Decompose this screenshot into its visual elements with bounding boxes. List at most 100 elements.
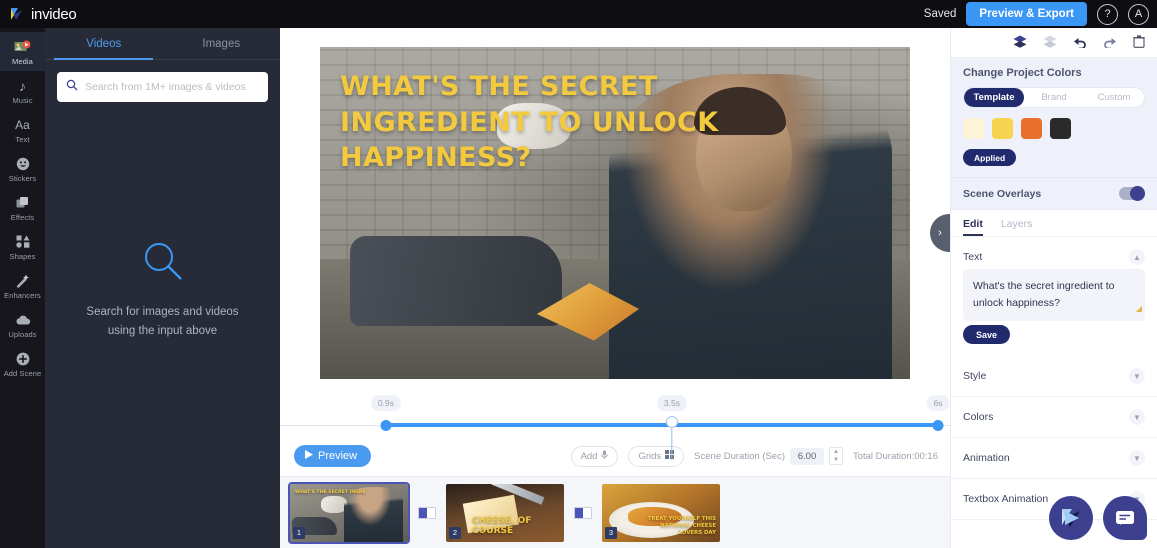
media-empty-state: Search for images and videos using the i…: [45, 102, 280, 548]
color-swatch[interactable]: [1021, 118, 1042, 139]
tab-layers[interactable]: Layers: [1001, 218, 1033, 236]
brand-logo[interactable]: invideo: [10, 6, 76, 23]
sidebar-item-label: Text: [15, 135, 29, 144]
empty-line-2: using the input above: [86, 322, 238, 341]
sidebar-item-text[interactable]: Aa Text: [0, 110, 45, 149]
delete-icon[interactable]: [1133, 35, 1145, 50]
text-aa-icon: Aa: [15, 116, 30, 133]
sidebar-item-stickers[interactable]: Stickers: [0, 149, 45, 188]
scene-duration-input[interactable]: [790, 448, 824, 465]
chevron-down-icon[interactable]: ▼: [1129, 368, 1145, 384]
playhead-stem: [671, 426, 672, 460]
plus-icon: [16, 350, 30, 367]
sidebar-item-add-scene[interactable]: Add Scene: [0, 344, 45, 383]
section-text-header[interactable]: Text ▲: [951, 237, 1157, 269]
section-colors-label: Colors: [963, 411, 993, 423]
large-search-icon: [142, 240, 184, 287]
canvas-text-overlay[interactable]: What's the secret ingredient to unlock h…: [340, 69, 836, 176]
undo-icon[interactable]: [1073, 36, 1087, 50]
transition-icon[interactable]: [574, 507, 592, 519]
saved-status: Saved: [924, 8, 957, 20]
color-swatches: [963, 118, 1145, 139]
scene-duration-label: Scene Duration (Sec): [694, 451, 785, 462]
add-voiceover-button[interactable]: Add: [571, 446, 619, 467]
microphone-icon: [601, 450, 608, 462]
time-marker: 6s: [926, 395, 949, 411]
section-animation[interactable]: Animation ▼: [951, 438, 1157, 479]
scene-overlays-toggle[interactable]: [1119, 187, 1145, 200]
time-marker: 0.9s: [371, 395, 401, 411]
search-input[interactable]: [85, 81, 259, 93]
scene-1-caption: What's the secret ingre: [295, 490, 380, 496]
scene-overlays-row: Scene Overlays: [951, 177, 1157, 209]
search-box[interactable]: [57, 72, 268, 102]
scene-thumbnail-1[interactable]: What's the secret ingre 1: [290, 484, 408, 542]
chat-support-button[interactable]: [1103, 496, 1147, 540]
scene-legs: [350, 236, 562, 326]
color-swatch[interactable]: [963, 118, 984, 139]
tab-brand[interactable]: Brand: [1024, 88, 1084, 107]
scene-duration-stepper[interactable]: ▲ ▼: [829, 447, 843, 465]
sidebar-item-label: Music: [12, 96, 32, 105]
section-textbox-animation-label: Textbox Animation: [963, 493, 1048, 505]
tab-edit[interactable]: Edit: [963, 218, 983, 236]
scene-number: 3: [605, 527, 617, 539]
tab-custom[interactable]: Custom: [1084, 88, 1144, 107]
section-style[interactable]: Style ▼: [951, 356, 1157, 397]
right-panel-toolbar: [951, 28, 1157, 58]
tab-images[interactable]: Images: [163, 28, 281, 59]
text-input[interactable]: What's the secret ingredient to unlock h…: [963, 269, 1145, 321]
chevron-down-icon[interactable]: ▼: [1129, 409, 1145, 425]
tab-videos[interactable]: Videos: [45, 28, 163, 59]
scene-thumbnail-2[interactable]: Cheese, of course 2: [446, 484, 564, 542]
sidebar-item-music[interactable]: ♪ Music: [0, 71, 45, 110]
color-swatch[interactable]: [992, 118, 1013, 139]
save-button[interactable]: Save: [963, 325, 1010, 344]
section-colors[interactable]: Colors ▼: [951, 397, 1157, 438]
applied-badge: Applied: [963, 149, 1016, 166]
track-handle-start[interactable]: [380, 420, 391, 431]
send-backward-icon[interactable]: [1043, 35, 1057, 50]
sidebar-item-uploads[interactable]: Uploads: [0, 305, 45, 344]
preview-button[interactable]: Preview: [294, 445, 371, 467]
sidebar-item-shapes[interactable]: Shapes: [0, 227, 45, 266]
grid-icon: [665, 450, 674, 462]
transition-icon[interactable]: [418, 507, 436, 519]
tab-template[interactable]: Template: [964, 88, 1024, 107]
music-note-icon: ♪: [19, 77, 26, 94]
play-tutorial-button[interactable]: [1049, 496, 1093, 540]
color-swatch[interactable]: [1050, 118, 1071, 139]
stepper-up-icon[interactable]: ▲: [830, 448, 842, 456]
track-handle-end[interactable]: [932, 420, 943, 431]
preview-button-label: Preview: [318, 450, 357, 462]
sidebar-item-label: Stickers: [9, 174, 36, 183]
effects-layers-icon: [16, 194, 30, 211]
bring-forward-icon[interactable]: [1013, 35, 1027, 50]
avatar[interactable]: A: [1128, 4, 1149, 25]
grids-button[interactable]: Grids: [628, 446, 684, 467]
media-panel: Videos Images: [45, 28, 280, 548]
sidebar-item-media[interactable]: Media: [0, 32, 45, 71]
redo-icon[interactable]: [1103, 36, 1117, 50]
section-animation-label: Animation: [963, 452, 1010, 464]
timeline-track[interactable]: [280, 415, 950, 437]
sidebar-item-effects[interactable]: Effects: [0, 188, 45, 227]
chevron-down-icon[interactable]: ▼: [1129, 450, 1145, 466]
resize-grip-icon[interactable]: ◢: [959, 304, 1141, 313]
help-icon[interactable]: ?: [1097, 4, 1118, 25]
total-duration-label: Total Duration:: [853, 451, 914, 462]
empty-line-1: Search for images and videos: [86, 303, 238, 322]
sidebar-item-label: Uploads: [8, 330, 36, 339]
chevron-up-icon[interactable]: ▲: [1129, 249, 1145, 265]
stepper-down-icon[interactable]: ▼: [830, 456, 842, 464]
section-text-label: Text: [963, 251, 982, 263]
scene-1-shoe: [321, 496, 347, 513]
scene-thumbnail-3[interactable]: Treat yourself this National Cheese Love…: [602, 484, 720, 542]
video-preview-frame[interactable]: What's the secret ingredient to unlock h…: [320, 47, 910, 379]
playhead-knob[interactable]: [666, 416, 678, 428]
invideo-logo-icon: [10, 7, 25, 22]
media-tabs: Videos Images: [45, 28, 280, 60]
brand-name: invideo: [31, 6, 76, 23]
sidebar-item-enhancers[interactable]: Enhancers: [0, 266, 45, 305]
preview-export-button[interactable]: Preview & Export: [966, 2, 1087, 26]
